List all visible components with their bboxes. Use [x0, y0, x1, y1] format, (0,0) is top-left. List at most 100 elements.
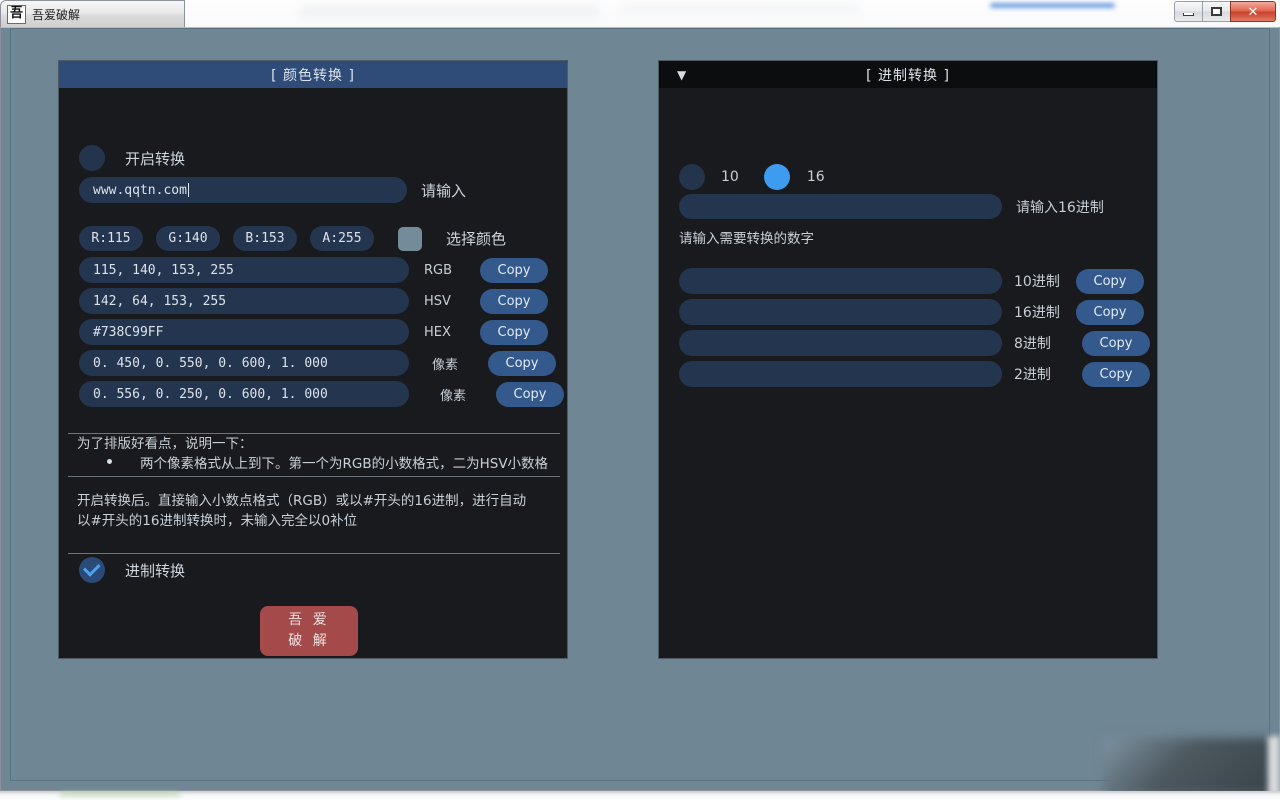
hex-value-field[interactable]: #738C99FF	[79, 319, 409, 345]
bullet-icon	[107, 459, 112, 464]
app-icon: 吾	[7, 4, 26, 24]
result-bin-field[interactable]	[679, 361, 1002, 387]
base-conversion-toggle[interactable]: 进制转换	[79, 557, 185, 583]
copy-bin-button[interactable]: Copy	[1082, 361, 1150, 387]
result-row-dec: 10进制 Copy	[679, 268, 1144, 294]
usage-notes: 开启转换后。直接输入小数点格式（RGB）或以#开头的16进制，进行自动 以#开头…	[77, 491, 567, 531]
number-input-hint: 请输入需要转换的数字	[679, 231, 814, 247]
background-window-fragment	[1104, 738, 1272, 795]
copy-hsv-button[interactable]: Copy	[480, 288, 548, 314]
color-swatch[interactable]	[398, 226, 422, 251]
desktop-strip-tint	[60, 792, 180, 796]
channel-r[interactable]: R:115	[79, 226, 143, 251]
value-row-hsv: 142, 64, 153, 255 HSV Copy	[79, 288, 548, 314]
pixel-hsv-value: 0. 556, 0. 250, 0. 600, 1. 000	[93, 386, 328, 402]
pixel-hsv-label: 像素	[440, 388, 467, 404]
base-conversion-label: 进制转换	[125, 561, 186, 580]
channel-a[interactable]: A:255	[310, 226, 374, 251]
radio-base-16-label: 16	[806, 169, 825, 185]
hsv-label: HSV	[424, 293, 451, 309]
channel-row: R:115 G:140 B:153 A:255 选择颜色	[79, 226, 506, 251]
notes-heading: 为了排版好看点，说明一下：	[77, 436, 253, 452]
usage-line-1: 开启转换后。直接输入小数点格式（RGB）或以#开头的16进制，进行自动	[77, 493, 527, 509]
pixel-hsv-field[interactable]: 0. 556, 0. 250, 0. 600, 1. 000	[79, 381, 409, 407]
text-cursor	[187, 183, 189, 197]
wuaipojie-button-line1: 吾 爱	[288, 612, 330, 628]
copy-dec-button[interactable]: Copy	[1076, 268, 1144, 294]
channel-g[interactable]: G:140	[156, 226, 220, 251]
base-panel-body: 10 16 请输入16进制 请输入需要转换的数字 10进制 Copy 16进制 …	[659, 88, 1157, 658]
value-row-hex: #738C99FF HEX Copy	[79, 319, 548, 345]
notes-bullet-text: 两个像素格式从上到下。第一个为RGB的小数格式，二为HSV小数格	[140, 456, 549, 472]
window-title: 吾爱破解	[32, 7, 81, 22]
base-panel-header: ▼ [ 进制转换 ]	[659, 61, 1157, 88]
channel-b[interactable]: B:153	[233, 226, 297, 251]
color-panel-title: [ 颜色转换 ]	[271, 67, 355, 84]
radio-base-10[interactable]	[679, 164, 705, 190]
wuaipojie-button-line2: 破 解	[288, 633, 330, 649]
window-controls: ✕	[1174, 1, 1276, 22]
radio-base-10-label: 10	[721, 169, 739, 185]
result-dec-label: 10进制	[1014, 274, 1060, 290]
color-panel-body: 开启转换 www.qqtn.com 请输入 R:115 G:140 B:153 …	[59, 88, 567, 658]
number-input-side-label: 请输入16进制	[1016, 199, 1104, 216]
color-conversion-panel: [ 颜色转换 ] 开启转换 www.qqtn.com 请输入 R:115 G:1…	[58, 60, 568, 659]
color-panel-header: [ 颜色转换 ]	[59, 61, 567, 88]
rgb-value-field[interactable]: 115, 140, 153, 255	[79, 257, 409, 283]
chevron-down-icon[interactable]: ▼	[677, 69, 687, 81]
notes-divider-bottom	[68, 476, 560, 477]
enable-conversion-checkbox-icon[interactable]	[79, 145, 105, 171]
hsv-value-field[interactable]: 142, 64, 153, 255	[79, 288, 409, 314]
base-radio-group: 10 16	[679, 164, 825, 190]
wuaipojie-button[interactable]: 吾 爱 破 解	[260, 606, 358, 656]
bottom-divider	[68, 553, 560, 554]
minimize-icon	[1183, 12, 1194, 16]
copy-hex-result-button[interactable]: Copy	[1076, 299, 1144, 325]
notes-block: 为了排版好看点，说明一下： 两个像素格式从上到下。第一个为RGB的小数格式，二为…	[77, 434, 567, 474]
base-panel-title: [ 进制转换 ]	[866, 67, 950, 84]
desktop-strip	[0, 791, 1280, 800]
result-oct-field[interactable]	[679, 330, 1002, 356]
copy-hex-button[interactable]: Copy	[480, 319, 548, 345]
pixel-rgb-label: 像素	[432, 357, 459, 373]
url-input-row: www.qqtn.com 请输入	[79, 177, 466, 203]
result-row-bin: 2进制 Copy	[679, 361, 1150, 387]
value-row-pixel-rgb: 0. 450, 0. 550, 0. 600, 1. 000 像素 Copy	[79, 350, 556, 376]
result-oct-label: 8进制	[1014, 336, 1051, 352]
pixel-rgb-field[interactable]: 0. 450, 0. 550, 0. 600, 1. 000	[79, 350, 409, 376]
base-conversion-checkbox-icon[interactable]	[79, 557, 105, 583]
number-input-row: 请输入16进制	[679, 194, 1104, 219]
enable-conversion-toggle[interactable]: 开启转换	[79, 145, 185, 171]
copy-rgb-button[interactable]: Copy	[480, 257, 548, 283]
copy-pixel-rgb-button[interactable]: Copy	[488, 350, 556, 376]
hex-label: HEX	[424, 324, 451, 340]
notes-bullet-item: 两个像素格式从上到下。第一个为RGB的小数格式，二为HSV小数格	[77, 454, 567, 474]
result-hex-label: 16进制	[1014, 305, 1060, 321]
url-input[interactable]: www.qqtn.com	[79, 177, 407, 203]
screen: 吾 吾爱破解 ✕ [ 颜色转换 ] 开启转换 www.qqtn.com 请输入 …	[0, 0, 1280, 800]
result-bin-label: 2进制	[1014, 367, 1051, 383]
radio-base-16[interactable]	[763, 164, 790, 190]
enable-conversion-label: 开启转换	[125, 149, 186, 168]
copy-pixel-hsv-button[interactable]: Copy	[496, 381, 564, 407]
rgb-label: RGB	[424, 262, 453, 278]
base-conversion-panel: ▼ [ 进制转换 ] 10 16 请输入16进制 请输入需要转换的数字 10进制…	[658, 60, 1158, 659]
result-dec-field[interactable]	[679, 268, 1002, 294]
result-hex-field[interactable]	[679, 299, 1002, 325]
value-row-rgb: 115, 140, 153, 255 RGB Copy	[79, 257, 548, 283]
pixel-rgb-value: 0. 450, 0. 550, 0. 600, 1. 000	[93, 355, 328, 371]
checkmark-icon	[82, 559, 101, 577]
copy-oct-button[interactable]: Copy	[1082, 330, 1150, 356]
hsv-value: 142, 64, 153, 255	[93, 293, 227, 309]
close-button[interactable]: ✕	[1230, 1, 1276, 22]
result-row-oct: 8进制 Copy	[679, 330, 1150, 356]
number-input[interactable]	[679, 194, 1002, 219]
result-row-hex: 16进制 Copy	[679, 299, 1144, 325]
minimize-button[interactable]	[1174, 1, 1203, 22]
window-titlebar[interactable]: 吾 吾爱破解	[0, 0, 185, 27]
maximize-button[interactable]	[1202, 1, 1231, 22]
application-window: 吾 吾爱破解 ✕ [ 颜色转换 ] 开启转换 www.qqtn.com 请输入 …	[0, 0, 1280, 800]
usage-line-2: 以#开头的16进制转换时，未输入完全以0补位	[77, 513, 358, 529]
choose-color-label: 选择颜色	[446, 230, 507, 248]
value-row-pixel-hsv: 0. 556, 0. 250, 0. 600, 1. 000 像素 Copy	[79, 381, 564, 407]
